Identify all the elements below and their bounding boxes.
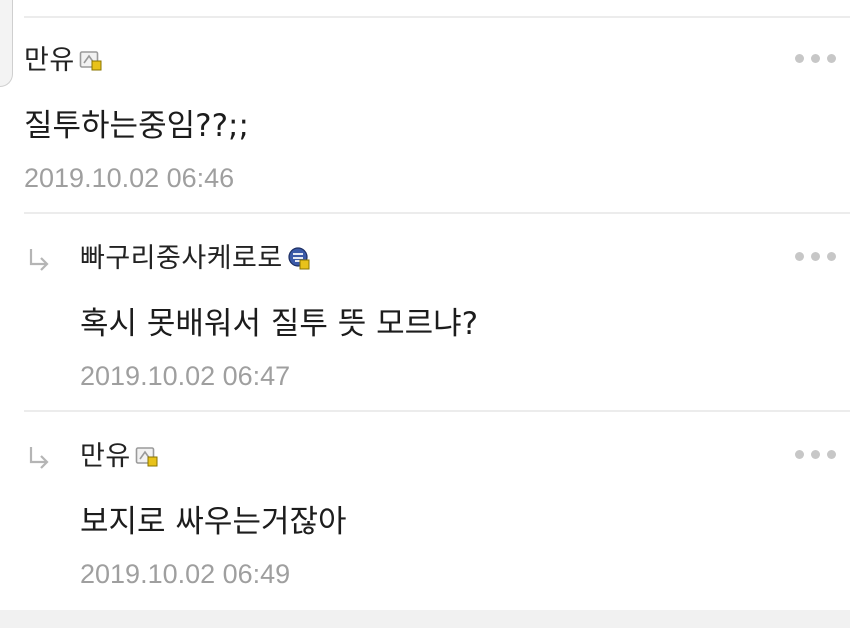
comment-author-name[interactable]: 만유 bbox=[80, 440, 131, 474]
comment-divider bbox=[24, 212, 850, 214]
comment-item: 만유 질투하는중임??;; 2019.10.02 06:46 bbox=[0, 18, 850, 214]
dot-icon bbox=[811, 54, 820, 63]
comment-text: 질투하는중임??;; bbox=[24, 108, 249, 144]
comment-author-row: 만유 bbox=[80, 440, 159, 474]
dot-icon bbox=[795, 450, 804, 459]
comment-text: 보지로 싸우는거잖아 bbox=[80, 504, 347, 540]
comment-timestamp: 2019.10.02 06:49 bbox=[80, 559, 291, 589]
comment-author-row: 빠구리중사케로로 bbox=[80, 242, 311, 276]
reply-item: 만유 보지로 싸우는거잖아 2019.10.02 06:49 bbox=[0, 414, 850, 610]
special-badge-icon bbox=[287, 247, 311, 271]
dot-icon bbox=[827, 252, 836, 261]
comment-timestamp: 2019.10.02 06:47 bbox=[80, 361, 291, 391]
more-options-button[interactable] bbox=[795, 450, 836, 459]
dot-icon bbox=[795, 252, 804, 261]
grade-badge-icon bbox=[135, 445, 159, 469]
comment-author-name[interactable]: 만유 bbox=[24, 44, 75, 78]
dot-icon bbox=[811, 450, 820, 459]
comment-divider bbox=[24, 410, 850, 412]
more-options-button[interactable] bbox=[795, 252, 836, 261]
dot-icon bbox=[795, 54, 804, 63]
dot-icon bbox=[827, 450, 836, 459]
reply-arrow-icon bbox=[29, 249, 49, 271]
bottom-band bbox=[0, 610, 850, 628]
grade-badge-icon bbox=[79, 49, 103, 73]
comment-author-name[interactable]: 빠구리중사케로로 bbox=[80, 242, 283, 276]
dot-icon bbox=[827, 54, 836, 63]
reply-item: 빠구리중사케로로 혹시 못배워서 질투 뜻 모르냐? 2019.10.02 06… bbox=[0, 216, 850, 412]
more-options-button[interactable] bbox=[795, 54, 836, 63]
comment-text: 혹시 못배워서 질투 뜻 모르냐? bbox=[80, 306, 479, 342]
dot-icon bbox=[811, 252, 820, 261]
comment-author-row: 만유 bbox=[24, 44, 103, 78]
reply-arrow-icon bbox=[29, 447, 49, 469]
comment-timestamp: 2019.10.02 06:46 bbox=[24, 163, 235, 193]
